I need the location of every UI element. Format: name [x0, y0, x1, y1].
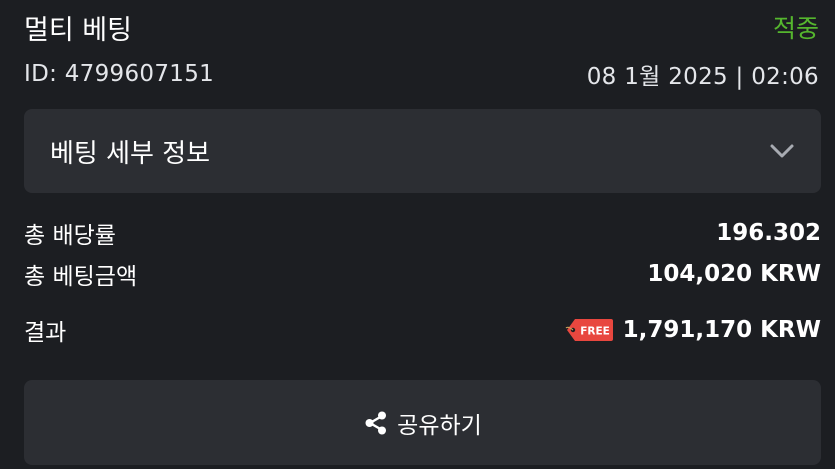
result-value-group: FREE 1,791,170 KRW — [565, 317, 821, 343]
share-label: 공유하기 — [397, 412, 482, 439]
share-icon — [363, 410, 389, 436]
bet-id: ID: 4799607151 — [24, 61, 215, 87]
total-odds-row: 총 배당률 196.302 — [24, 215, 821, 251]
chevron-down-icon — [769, 138, 795, 164]
bet-meta: ID: 4799607151 08 1월 2025 | 02:06 — [24, 56, 819, 92]
total-odds-label: 총 배당률 — [24, 223, 116, 249]
bet-details-label: 베팅 세부 정보 — [50, 138, 211, 169]
total-stake-label: 총 베팅금액 — [24, 264, 138, 290]
bet-type-title: 멀티 베팅 — [24, 14, 132, 46]
free-tag-icon: FREE — [565, 319, 613, 341]
bet-header: 멀티 베팅 적중 — [24, 8, 819, 46]
result-row: 결과 FREE 1,791,170 KRW — [24, 312, 821, 348]
free-tag-text: FREE — [580, 326, 610, 338]
bet-datetime: 08 1월 2025 | 02:06 — [586, 64, 819, 90]
result-value: 1,791,170 KRW — [622, 317, 821, 343]
total-odds-value: 196.302 — [716, 220, 821, 246]
bet-status-badge: 적중 — [772, 14, 819, 43]
share-button[interactable]: 공유하기 — [24, 380, 821, 465]
result-label: 결과 — [24, 320, 67, 346]
total-stake-value: 104,020 KRW — [647, 261, 821, 287]
bet-details-accordion[interactable]: 베팅 세부 정보 — [24, 109, 821, 193]
total-stake-row: 총 베팅금액 104,020 KRW — [24, 256, 821, 292]
